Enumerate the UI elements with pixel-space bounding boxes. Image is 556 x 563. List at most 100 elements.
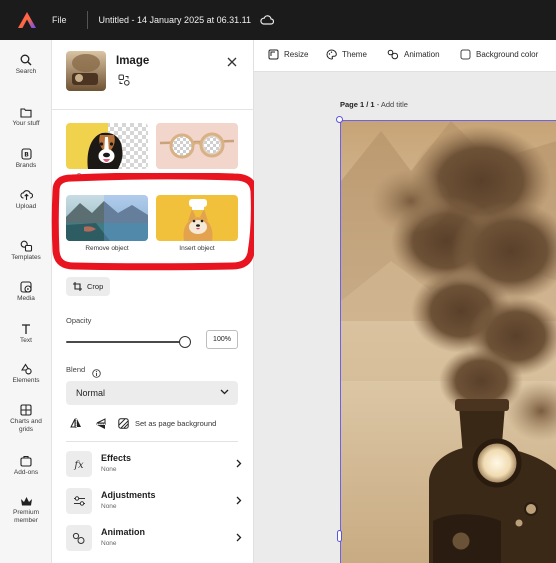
rail-item-addons[interactable]: Add-ons	[0, 455, 52, 477]
erase-image	[156, 123, 238, 169]
set-page-background-label: Set as page background	[135, 419, 217, 428]
blend-mode-value: Normal	[76, 388, 106, 398]
search-icon	[20, 54, 32, 66]
replace-image-icon[interactable]	[118, 73, 130, 91]
theme-button[interactable]: Theme	[326, 49, 367, 60]
animation-row[interactable]: Animation None	[66, 525, 242, 553]
chevron-right-icon	[236, 533, 242, 542]
canvas-toolbar: Resize Theme Animation Background color	[254, 40, 556, 72]
page-number: Page 1 / 1	[340, 100, 375, 109]
rail-label-premium: Premium member	[12, 509, 39, 524]
rail-label-addons: Add-ons	[13, 469, 39, 476]
rail-item-text[interactable]: Text	[0, 323, 52, 345]
steam-locomotive-image	[341, 121, 556, 563]
image-thumbnail[interactable]	[66, 51, 106, 91]
svg-text:fx: fx	[73, 460, 84, 470]
app-logo-icon[interactable]	[0, 0, 54, 40]
animation-subtitle: None	[101, 540, 117, 547]
file-menu[interactable]: File	[52, 15, 67, 25]
crop-icon	[73, 282, 82, 291]
adjustments-row[interactable]: Adjustments None	[66, 488, 242, 516]
opacity-slider[interactable]	[66, 334, 191, 350]
resize-label: Resize	[284, 50, 309, 59]
erase-tool[interactable]: Erase	[156, 123, 238, 180]
add-title-link[interactable]: Add title	[381, 100, 408, 109]
remove-background-image	[66, 123, 148, 169]
opacity-track	[66, 341, 185, 343]
opacity-value-field[interactable]: 100%	[206, 330, 238, 349]
charts-icon	[20, 404, 32, 416]
effects-row[interactable]: fx Effects None	[66, 451, 242, 479]
rail-label-text: Text	[20, 337, 32, 344]
rail-item-elements[interactable]: Elements	[0, 363, 52, 385]
text-icon	[22, 324, 30, 334]
rail-label-upload: Upload	[15, 203, 37, 210]
rail-label-charts-grids: Charts and grids	[10, 418, 42, 433]
image-properties-panel: Image Remove background Erase Remove obj…	[52, 40, 254, 563]
resize-button[interactable]: Resize	[268, 49, 308, 60]
page-background-icon	[118, 418, 129, 429]
rail-item-your-stuff[interactable]: Your stuff	[0, 107, 52, 128]
premium-icon	[20, 497, 32, 506]
addons-icon	[19, 455, 32, 467]
brand-icon: B	[20, 148, 32, 160]
flip-vertical-icon	[96, 418, 107, 429]
top-bar: File Untitled - 14 January 2025 at 06.31…	[0, 0, 556, 40]
flip-horizontal-icon	[70, 418, 81, 429]
topbar-divider	[86, 11, 88, 29]
flip-horizontal-button[interactable]	[70, 418, 82, 429]
rail-item-upload[interactable]: Upload	[0, 189, 52, 211]
theme-label: Theme	[342, 50, 367, 59]
set-page-background-button[interactable]: Set as page background	[118, 418, 216, 429]
chevron-down-icon	[220, 389, 229, 395]
rail-label-elements: Elements	[12, 377, 40, 384]
selected-image-artboard[interactable]	[340, 120, 556, 563]
rail-label-templates: Templates	[11, 254, 41, 261]
section-divider	[66, 441, 238, 442]
rail-item-brands[interactable]: B Brands	[0, 148, 52, 170]
selection-handle-top-left[interactable]	[336, 116, 343, 123]
insert-object-tool[interactable]: Insert object	[156, 195, 238, 252]
effects-subtitle: None	[101, 466, 117, 473]
effects-title: Effects	[101, 453, 132, 463]
close-icon[interactable]	[224, 54, 240, 70]
palette-icon	[326, 49, 337, 60]
rail-item-templates[interactable]: Templates	[0, 240, 52, 262]
svg-text:B: B	[24, 152, 29, 159]
animation-icon	[387, 49, 399, 60]
opacity-label: Opacity	[66, 316, 92, 325]
color-swatch-icon	[460, 49, 471, 60]
insert-object-image	[156, 195, 238, 241]
remove-background-tool[interactable]: Remove background	[66, 123, 148, 180]
adjustments-subtitle: None	[101, 503, 117, 510]
chevron-right-icon	[236, 459, 242, 468]
flip-vertical-button[interactable]	[96, 418, 107, 430]
crop-button[interactable]: Crop	[66, 277, 111, 296]
adjustments-title: Adjustments	[101, 490, 156, 500]
opacity-knob[interactable]	[179, 336, 191, 348]
rail-label-your-stuff: Your stuff	[12, 120, 40, 127]
canvas-area: Resize Theme Animation Background color …	[254, 40, 556, 563]
selection-handle-left[interactable]	[337, 530, 342, 542]
media-icon	[19, 281, 32, 293]
background-color-label: Background color	[476, 50, 539, 59]
rail-item-media[interactable]: Media	[0, 281, 52, 303]
rail-item-charts-grids[interactable]: Charts and grids	[0, 404, 52, 434]
cloud-sync-icon[interactable]	[260, 15, 274, 25]
remove-object-label: Remove object	[85, 245, 129, 252]
remove-object-tool[interactable]: Remove object	[66, 195, 148, 252]
rail-item-search[interactable]: Search	[0, 54, 52, 76]
panel-divider	[52, 109, 254, 110]
templates-icon	[20, 240, 32, 252]
panel-title: Image	[116, 55, 150, 67]
animation-toolbar-button[interactable]: Animation	[387, 49, 440, 60]
animation-icon	[66, 525, 92, 551]
erase-label: Erase	[188, 173, 206, 180]
background-color-button[interactable]: Background color	[460, 49, 538, 60]
rail-item-premium[interactable]: Premium member	[0, 496, 52, 525]
page-label: Page 1 / 1 - Add title	[340, 100, 408, 109]
document-title[interactable]: Untitled - 14 January 2025 at 06.31.11	[99, 15, 251, 25]
blend-mode-select[interactable]: Normal	[66, 381, 238, 405]
app-window: File Untitled - 14 January 2025 at 06.31…	[0, 0, 556, 563]
left-rail: Search Your stuff B Brands Upload Templa…	[0, 40, 52, 563]
